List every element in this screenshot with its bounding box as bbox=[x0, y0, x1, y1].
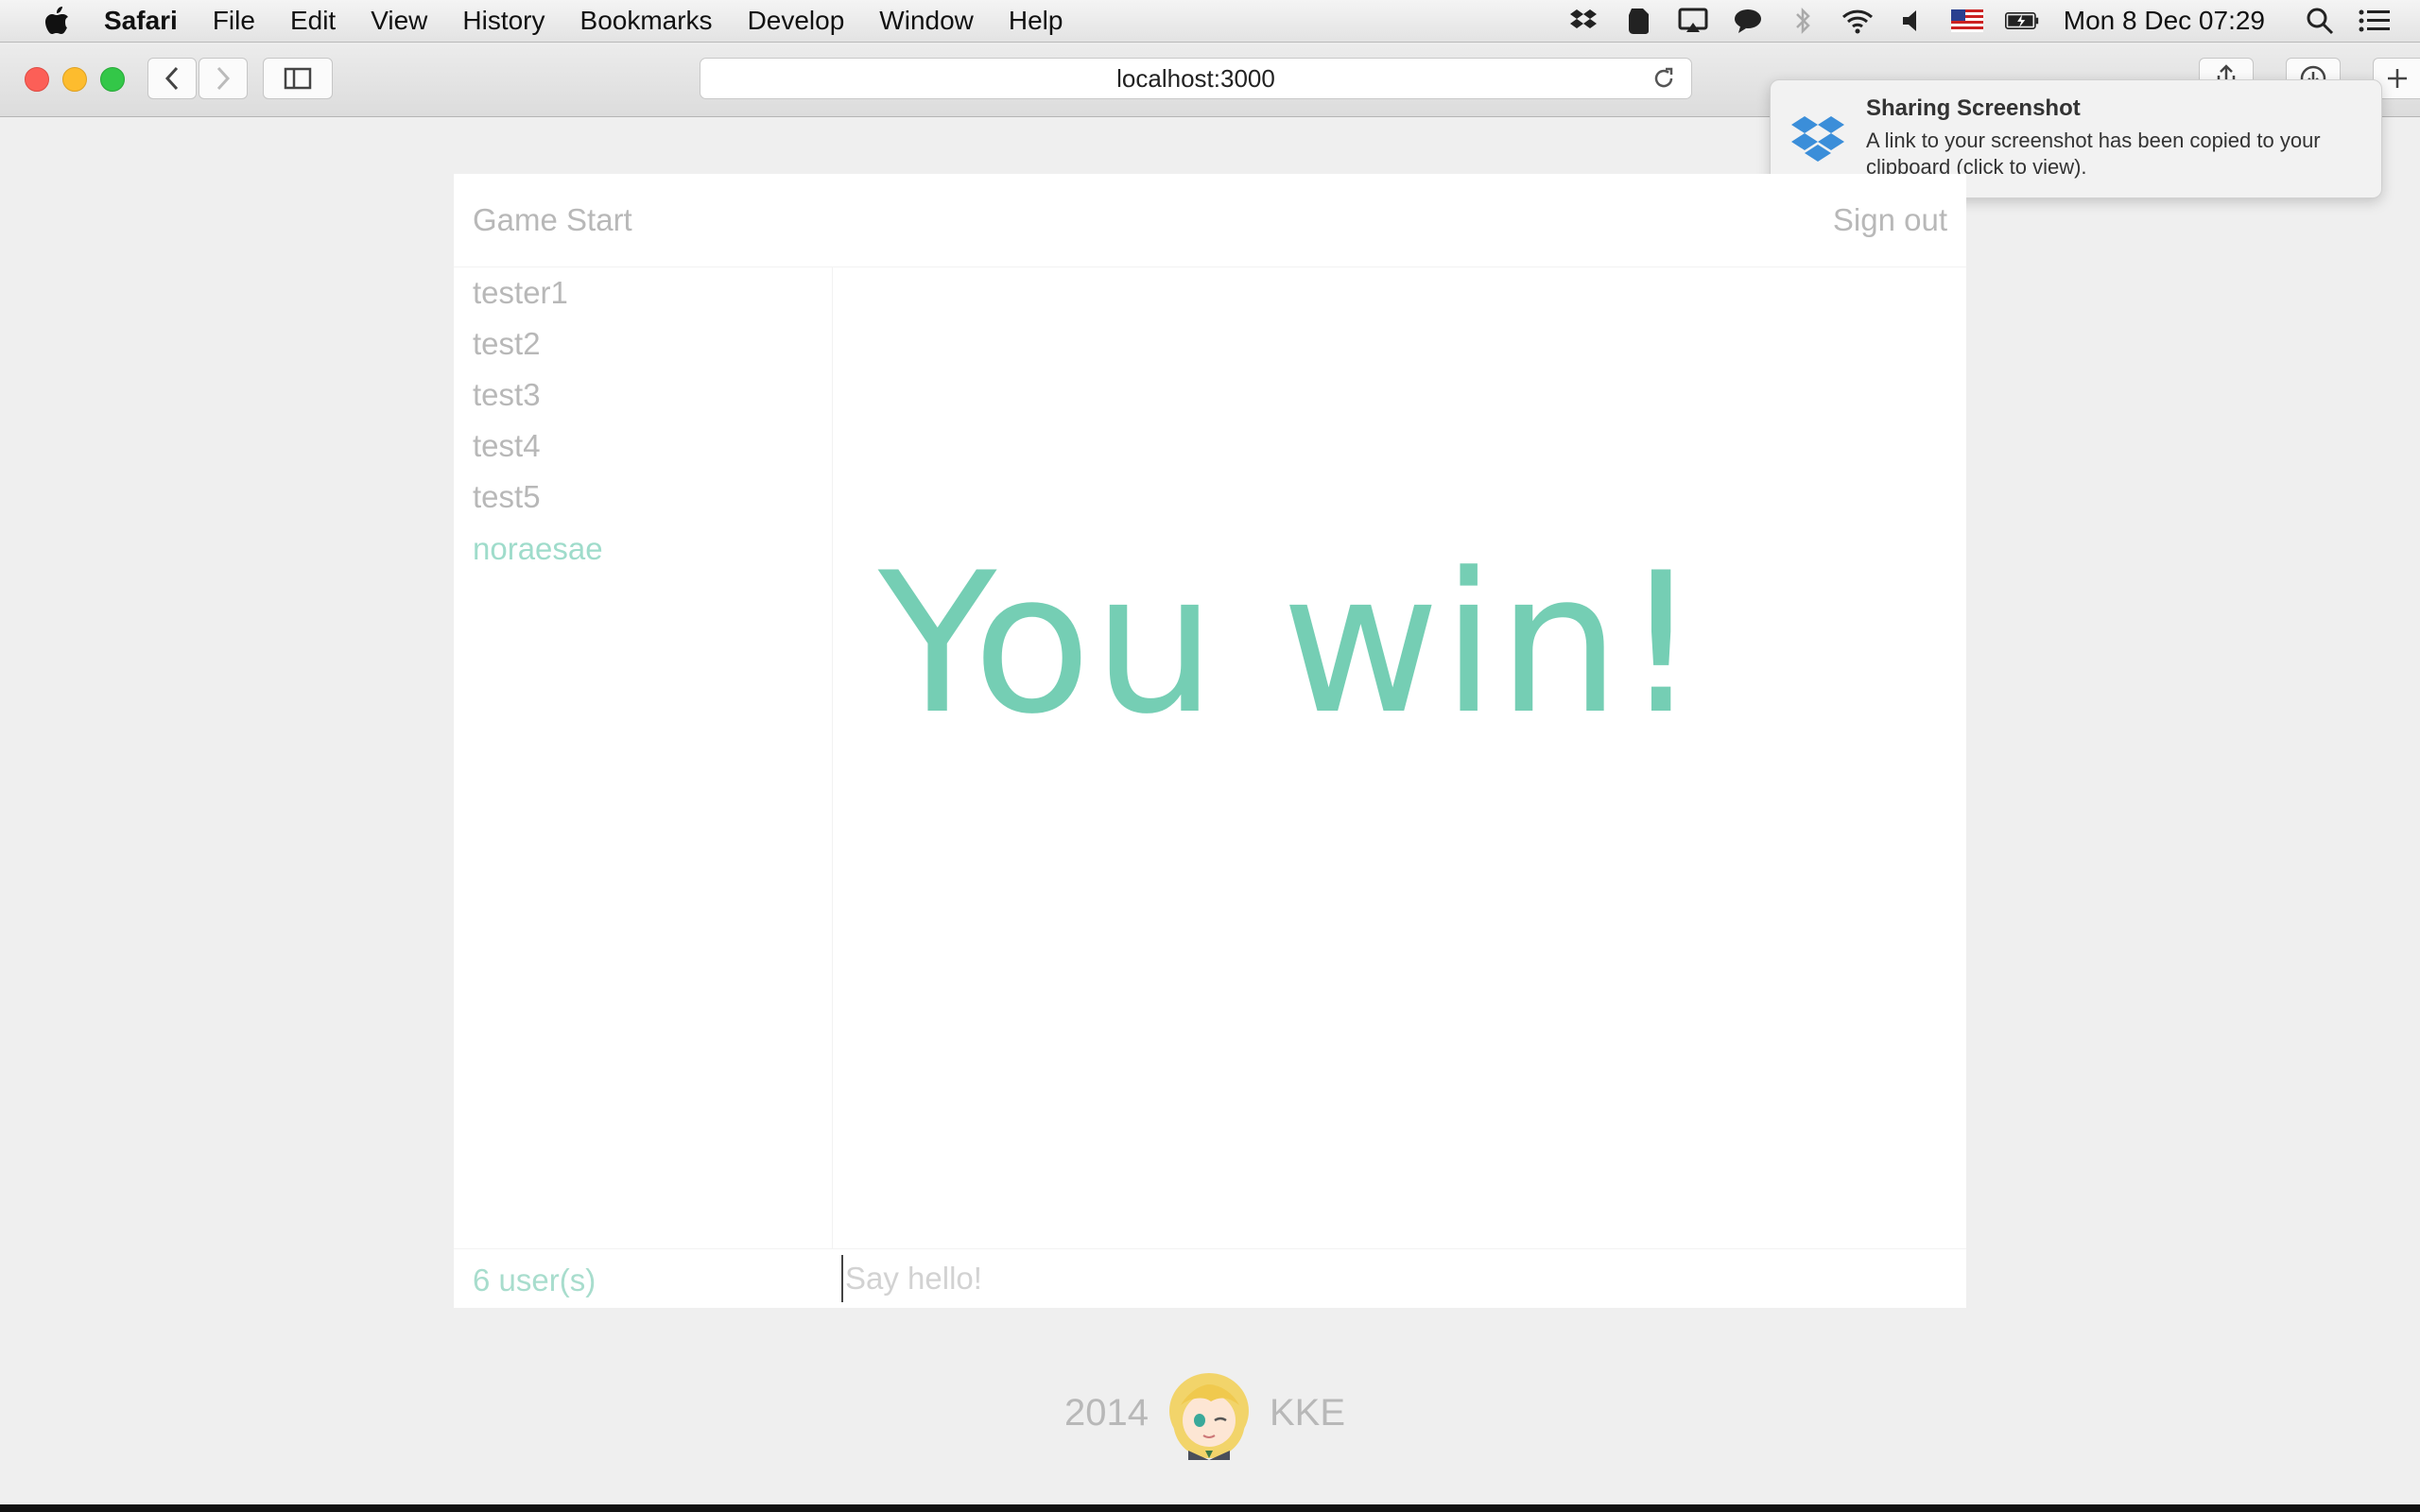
url-text: localhost:3000 bbox=[1116, 63, 1275, 93]
reload-icon[interactable] bbox=[1650, 64, 1678, 93]
address-bar[interactable]: localhost:3000 bbox=[700, 58, 1692, 99]
app-header: Game Start Sign out bbox=[454, 174, 1966, 267]
forward-button[interactable] bbox=[199, 58, 248, 99]
menu-help[interactable]: Help bbox=[1009, 6, 1063, 36]
user-list-item[interactable]: tester1 bbox=[473, 275, 568, 311]
chat-input[interactable] bbox=[841, 1255, 1944, 1302]
evernote-icon[interactable] bbox=[1621, 6, 1655, 36]
user-list-item-current[interactable]: noraesae bbox=[473, 531, 603, 567]
chevron-left-icon bbox=[164, 66, 179, 91]
menu-edit[interactable]: Edit bbox=[290, 6, 336, 36]
menu-clock[interactable]: Mon 8 Dec 07:29 bbox=[2064, 6, 2265, 36]
avatar bbox=[1160, 1364, 1258, 1462]
airplay-icon[interactable] bbox=[1676, 6, 1710, 36]
menu-window[interactable]: Window bbox=[879, 6, 974, 36]
user-list: tester1 test2 test3 test4 test5 noraesae bbox=[454, 267, 833, 1248]
menu-bookmarks[interactable]: Bookmarks bbox=[580, 6, 713, 36]
menu-history[interactable]: History bbox=[462, 6, 544, 36]
fullscreen-window-button[interactable] bbox=[100, 67, 125, 92]
user-list-item[interactable]: test4 bbox=[473, 428, 541, 464]
user-count: 6 user(s) bbox=[473, 1263, 596, 1297]
footer-author: KKE bbox=[1269, 1391, 1346, 1434]
menu-app-name[interactable]: Safari bbox=[104, 6, 178, 36]
wifi-icon[interactable] bbox=[1841, 6, 1875, 36]
menu-view[interactable]: View bbox=[371, 6, 427, 36]
volume-icon[interactable] bbox=[1895, 6, 1929, 36]
notification-center-icon[interactable] bbox=[2358, 6, 2392, 36]
menu-develop[interactable]: Develop bbox=[748, 6, 845, 36]
close-window-button[interactable] bbox=[25, 67, 49, 92]
chat-status-icon[interactable] bbox=[1731, 6, 1765, 36]
bluetooth-icon[interactable] bbox=[1786, 6, 1820, 36]
back-button[interactable] bbox=[147, 58, 197, 99]
game-result-text: You win! bbox=[878, 532, 1703, 757]
user-list-item[interactable]: test2 bbox=[473, 326, 541, 362]
menu-bar: Safari File Edit View History Bookmarks … bbox=[0, 0, 2420, 43]
notification-title: Sharing Screenshot bbox=[1866, 95, 2081, 121]
plus-icon bbox=[2388, 69, 2407, 88]
page-footer: 2014 KKE bbox=[1064, 1361, 1345, 1465]
game-area: You win! bbox=[833, 267, 1966, 1248]
apple-menu-icon[interactable] bbox=[38, 2, 76, 40]
sidebar-icon bbox=[284, 67, 312, 90]
game-app: Game Start Sign out tester1 test2 test3 … bbox=[454, 174, 1966, 1308]
user-list-item[interactable]: test5 bbox=[473, 479, 541, 515]
dropbox-icon bbox=[1788, 109, 1848, 169]
menu-file[interactable]: File bbox=[213, 6, 255, 36]
sidebar-toggle-button[interactable] bbox=[263, 58, 333, 99]
footer-year: 2014 bbox=[1064, 1391, 1149, 1434]
game-start-link[interactable]: Game Start bbox=[473, 202, 632, 238]
chevron-right-icon bbox=[216, 66, 231, 91]
minimize-window-button[interactable] bbox=[62, 67, 87, 92]
user-list-item[interactable]: test3 bbox=[473, 377, 541, 413]
notification-body: A link to your screenshot has been copie… bbox=[1866, 129, 2321, 179]
spotlight-search-icon[interactable] bbox=[2303, 6, 2337, 36]
app-footer: 6 user(s) bbox=[454, 1248, 1966, 1309]
battery-icon[interactable] bbox=[2004, 6, 2039, 36]
us-flag-icon[interactable] bbox=[1950, 6, 1984, 36]
sign-out-link[interactable]: Sign out bbox=[1833, 202, 1947, 238]
dropbox-status-icon[interactable] bbox=[1566, 6, 1600, 36]
screen-edge bbox=[0, 1504, 2420, 1512]
